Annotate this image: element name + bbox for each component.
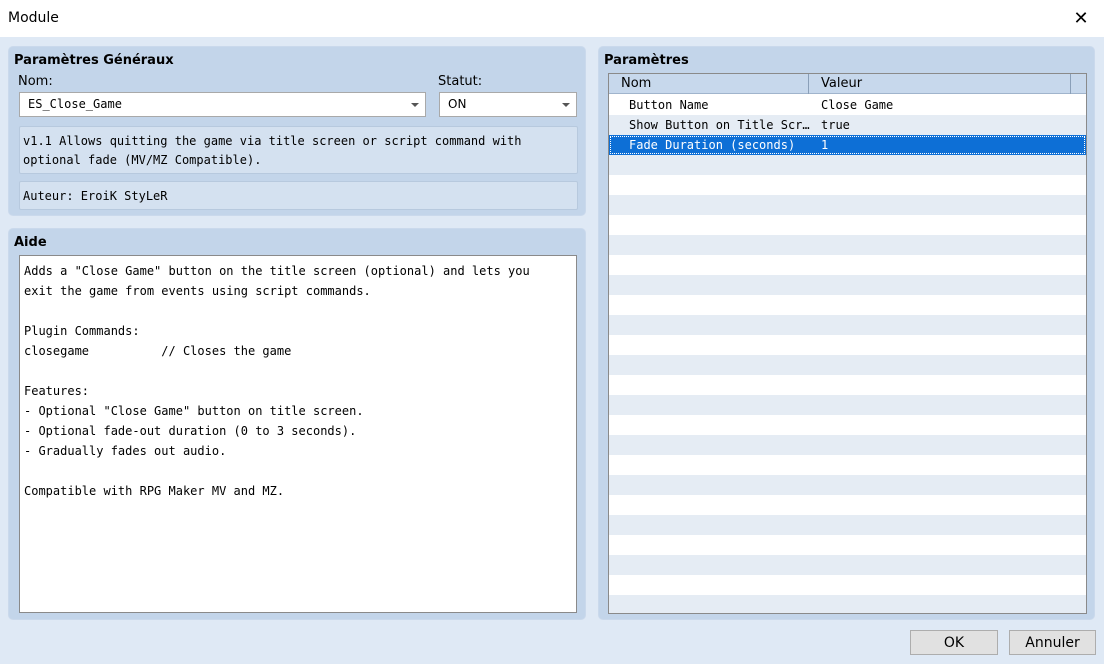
empty-row — [609, 355, 1086, 375]
param-name: Button Name — [629, 98, 709, 112]
empty-row — [609, 595, 1086, 613]
empty-row — [609, 515, 1086, 535]
status-label: Statut: — [438, 74, 483, 89]
parameters-panel: Paramètres Nom Valeur Button Name Close … — [598, 46, 1095, 620]
parameters-panel-title: Paramètres — [604, 53, 689, 68]
empty-row — [609, 295, 1086, 315]
column-header-value[interactable]: Valeur — [809, 74, 1071, 94]
chevron-down-icon — [562, 103, 570, 107]
empty-row — [609, 455, 1086, 475]
empty-row — [609, 315, 1086, 335]
empty-row — [609, 575, 1086, 595]
empty-row — [609, 375, 1086, 395]
empty-row — [609, 435, 1086, 455]
plugin-name-value: ES_Close_Game — [28, 97, 122, 111]
general-panel-title: Paramètres Généraux — [14, 53, 174, 68]
window-title: Module — [8, 10, 59, 26]
chevron-down-icon — [411, 103, 419, 107]
empty-row — [609, 235, 1086, 255]
empty-row — [609, 175, 1086, 195]
empty-row — [609, 415, 1086, 435]
param-value: true — [821, 118, 850, 132]
column-header-name[interactable]: Nom — [609, 74, 809, 94]
ok-button[interactable]: OK — [910, 630, 998, 655]
close-icon[interactable]: ✕ — [1058, 0, 1104, 37]
empty-row — [609, 495, 1086, 515]
general-panel: Paramètres Généraux Nom: Statut: ES_Clos… — [8, 46, 586, 216]
empty-row — [609, 535, 1086, 555]
table-row[interactable]: Button Name Close Game — [609, 95, 1086, 115]
param-value: 1 — [821, 138, 829, 152]
dialog-body: Paramètres Généraux Nom: Statut: ES_Clos… — [0, 37, 1104, 664]
author-box: Auteur: EroiK StyLeR — [19, 181, 578, 210]
help-text: Adds a "Close Game" button on the title … — [19, 255, 577, 613]
cancel-button[interactable]: Annuler — [1009, 630, 1096, 655]
description-box: v1.1 Allows quitting the game via title … — [19, 126, 578, 174]
name-label: Nom: — [18, 74, 53, 89]
empty-row — [609, 555, 1086, 575]
empty-row — [609, 395, 1086, 415]
empty-row — [609, 195, 1086, 215]
help-panel: Aide Adds a "Close Game" button on the t… — [8, 228, 586, 620]
param-value: Close Game — [821, 98, 894, 112]
status-value: ON — [448, 97, 467, 111]
empty-row — [609, 155, 1086, 175]
table-header: Nom Valeur — [609, 74, 1086, 94]
empty-row — [609, 215, 1086, 235]
title-bar: Module ✕ — [0, 0, 1104, 37]
table-row[interactable]: Fade Duration (seconds) 1 — [609, 135, 1086, 155]
status-select[interactable]: ON — [439, 92, 577, 117]
param-name: Fade Duration (seconds) — [629, 138, 796, 152]
empty-row — [609, 475, 1086, 495]
table-row[interactable]: Show Button on Title Scr… true — [609, 115, 1086, 135]
help-panel-title: Aide — [14, 235, 47, 250]
parameters-table: Nom Valeur Button Name Close Game Show B… — [608, 73, 1087, 614]
empty-row — [609, 255, 1086, 275]
plugin-name-select[interactable]: ES_Close_Game — [19, 92, 426, 117]
empty-row — [609, 335, 1086, 355]
empty-row — [609, 275, 1086, 295]
param-name: Show Button on Title Scr… — [629, 118, 810, 132]
